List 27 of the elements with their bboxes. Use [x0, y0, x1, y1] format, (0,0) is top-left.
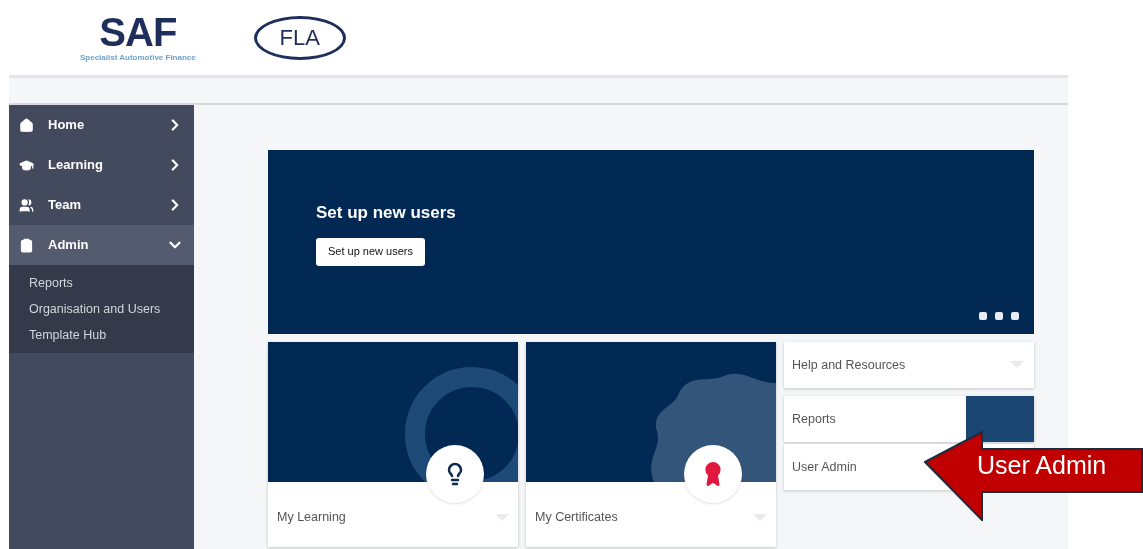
nav-icon: [19, 117, 34, 133]
callout-arrow: User Admin: [924, 431, 1143, 521]
submenu-item[interactable]: Organisation and Users: [9, 296, 194, 322]
banner-title: Set up new users: [316, 202, 456, 224]
link-tile[interactable]: Reports: [784, 396, 1034, 442]
sidebar-item[interactable]: Team: [9, 185, 194, 225]
tile-title: Help and Resources: [792, 356, 906, 374]
link-tile[interactable]: Help and Resources: [784, 342, 1034, 388]
card-title: My Learning: [277, 509, 346, 527]
nav-icon: [19, 157, 34, 173]
submenu-item[interactable]: Reports: [9, 270, 194, 296]
card-title: My Certificates: [535, 509, 618, 527]
saf-logo: SAF Specialist Automotive Finance: [80, 11, 196, 64]
submenu-item[interactable]: Template Hub: [9, 322, 194, 348]
tile-title: User Admin: [792, 458, 857, 476]
dashboard-card[interactable]: My Certificates: [526, 342, 776, 547]
dashboard-card[interactable]: My Learning: [268, 342, 518, 547]
tile-title: Reports: [792, 410, 836, 428]
nav-icon: [19, 197, 34, 213]
sidebar-item[interactable]: Home: [9, 105, 194, 145]
nav-icon: [19, 237, 34, 253]
sidebar-item[interactable]: Learning: [9, 145, 194, 185]
set-up-users-button[interactable]: Set up new users: [316, 237, 425, 266]
sidebar-item[interactable]: Admin: [9, 225, 194, 265]
fla-logo: FLA: [253, 15, 346, 60]
carousel-dots-icon[interactable]: [979, 312, 1019, 320]
tile-image: [966, 396, 1034, 442]
